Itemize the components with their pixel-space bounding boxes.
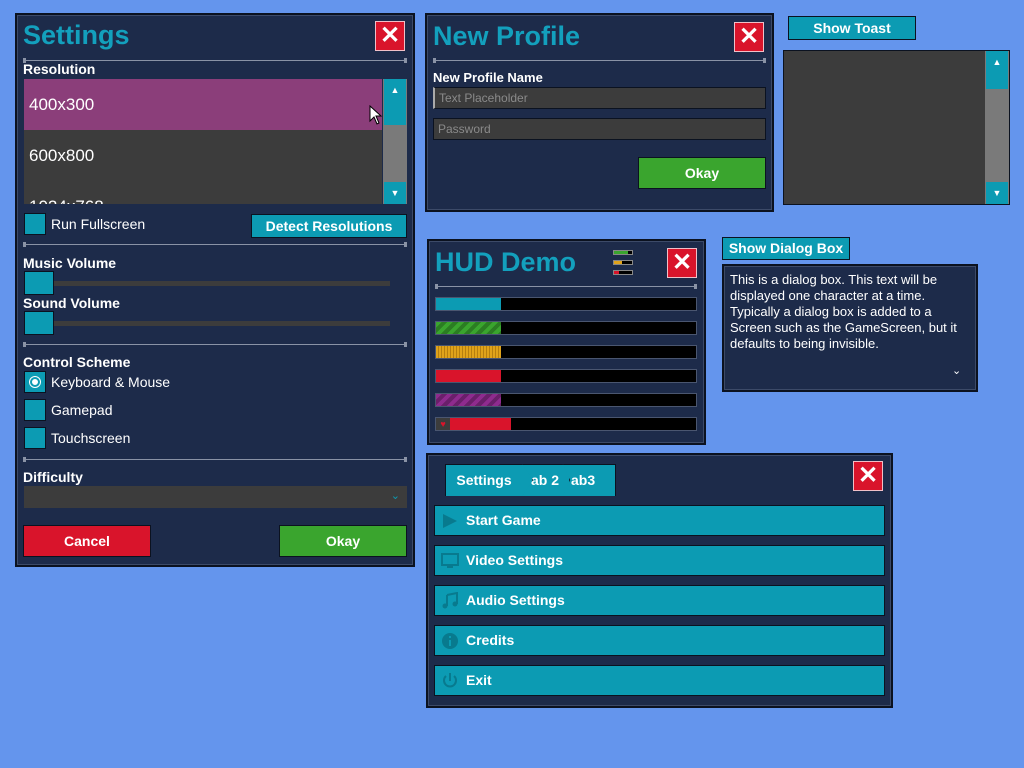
menu-button-label: Exit [466, 672, 492, 688]
hud-bar-fill [436, 370, 501, 382]
hud-bar-yellow [435, 345, 697, 359]
menu-button-label: Video Settings [466, 552, 563, 568]
radio-gamepad[interactable] [24, 399, 46, 421]
credits-button[interactable]: Credits [434, 625, 885, 656]
close-icon: ✕ [738, 23, 760, 50]
radio-keyboard-mouse-label: Keyboard & Mouse [51, 374, 171, 390]
okay-button[interactable]: Okay [279, 525, 407, 557]
resolution-label: Resolution [23, 61, 96, 77]
radio-touchscreen-label: Touchscreen [51, 430, 131, 446]
new-profile-divider [433, 58, 766, 63]
monitor-icon [441, 553, 459, 568]
radio-touchscreen[interactable] [24, 427, 46, 449]
show-dialog-box-button[interactable]: Show Dialog Box [722, 237, 850, 260]
new-profile-close-button[interactable]: ✕ [734, 22, 764, 52]
close-icon: ✕ [379, 22, 401, 49]
hud-divider [435, 284, 697, 289]
settings-divider [23, 457, 407, 462]
menu-close-button[interactable]: ✕ [853, 461, 883, 491]
hud-title: HUD Demo [435, 247, 577, 277]
chevron-down-icon: ⌄ [390, 490, 400, 502]
tab-label: Settings [456, 472, 512, 488]
resolution-item-label: 1024x768 [29, 197, 104, 204]
resolution-item-selected[interactable]: 400x300 [24, 79, 382, 130]
resolution-item[interactable]: 600x800 [24, 130, 382, 181]
toast-list-box[interactable]: ▲ ▼ [783, 50, 1010, 205]
radio-gamepad-label: Gamepad [51, 402, 113, 418]
resolution-list[interactable]: 400x300 600x800 1024x768 [24, 79, 382, 204]
play-icon [443, 514, 457, 528]
hud-bar-red [435, 369, 697, 383]
resolution-item[interactable]: 1024x768 [24, 181, 382, 204]
chevron-down-icon[interactable]: ⌄ [952, 364, 961, 377]
exit-button[interactable]: Exit [434, 665, 885, 696]
hud-bar-fill [436, 346, 501, 358]
sound-volume-label: Sound Volume [23, 295, 120, 311]
scroll-down-button[interactable]: ▼ [384, 182, 406, 204]
sound-volume-track[interactable] [24, 321, 390, 326]
tab-label: ab3 [571, 472, 596, 488]
difficulty-value [24, 489, 28, 504]
scroll-up-button[interactable]: ▲ [986, 51, 1008, 73]
heart-icon: ♥ [436, 418, 450, 430]
settings-title: Settings [23, 20, 130, 50]
hud-bar-green [435, 321, 697, 335]
menu-button-label: Audio Settings [466, 592, 565, 608]
hud-bar-purple [435, 393, 697, 407]
close-icon: ✕ [671, 249, 693, 276]
difficulty-label: Difficulty [23, 469, 83, 485]
sound-volume-thumb[interactable] [24, 311, 54, 335]
resolution-scrollbar[interactable]: ▲ ▼ [383, 79, 407, 204]
scroll-thumb[interactable] [384, 101, 406, 125]
power-icon [443, 673, 457, 688]
menu-button-label: Credits [466, 632, 515, 648]
new-profile-name-label: New Profile Name [433, 70, 543, 85]
hud-close-button[interactable]: ✕ [667, 248, 697, 278]
radio-keyboard-mouse[interactable] [24, 371, 46, 393]
info-icon [442, 633, 458, 649]
scroll-down-button[interactable]: ▼ [986, 182, 1008, 204]
hud-bar-fill [436, 394, 501, 406]
fullscreen-checkbox[interactable] [24, 213, 46, 235]
tab-label: ab 2 [531, 472, 560, 488]
scroll-up-button[interactable]: ▲ [384, 79, 406, 101]
hud-mini-bars-icon [613, 250, 635, 278]
control-scheme-label: Control Scheme [23, 354, 131, 370]
close-icon: ✕ [857, 462, 879, 489]
tab-settings[interactable]: Settings [445, 464, 533, 496]
resolution-item-label: 600x800 [29, 146, 95, 165]
profile-name-input[interactable]: Text Placeholder [433, 87, 766, 109]
fullscreen-label: Run Fullscreen [51, 216, 146, 232]
settings-divider [23, 342, 407, 347]
resolution-item-label: 400x300 [29, 95, 95, 114]
scroll-thumb[interactable] [986, 73, 1008, 89]
dialog-text: This is a dialog box. This text will be … [730, 272, 957, 351]
radio-selected-icon [30, 377, 40, 387]
audio-settings-button[interactable]: Audio Settings [434, 585, 885, 616]
music-volume-label: Music Volume [23, 255, 117, 271]
new-profile-title: New Profile [433, 21, 581, 51]
new-profile-okay-button[interactable]: Okay [638, 157, 766, 189]
toast-scrollbar[interactable]: ▲ ▼ [985, 51, 1009, 204]
music-note-icon [442, 592, 458, 609]
music-volume-thumb[interactable] [24, 271, 54, 295]
menu-button-label: Start Game [466, 512, 541, 528]
cancel-button[interactable]: Cancel [23, 525, 151, 557]
hud-bar-teal [435, 297, 697, 311]
difficulty-dropdown[interactable]: ⌄ [24, 486, 407, 508]
hud-bar-fill [436, 298, 501, 310]
hud-bar-fill [436, 322, 501, 334]
detect-resolutions-button[interactable]: Detect Resolutions [251, 214, 407, 238]
hud-bar-heart: ♥ [435, 417, 697, 431]
show-toast-button[interactable]: Show Toast [788, 16, 916, 40]
music-volume-track[interactable] [24, 281, 390, 286]
start-game-button[interactable]: Start Game [434, 505, 885, 536]
settings-divider [23, 242, 407, 247]
settings-close-button[interactable]: ✕ [375, 21, 405, 51]
mouse-cursor-icon [369, 105, 383, 125]
password-input[interactable]: Password [433, 118, 766, 140]
video-settings-button[interactable]: Video Settings [434, 545, 885, 576]
